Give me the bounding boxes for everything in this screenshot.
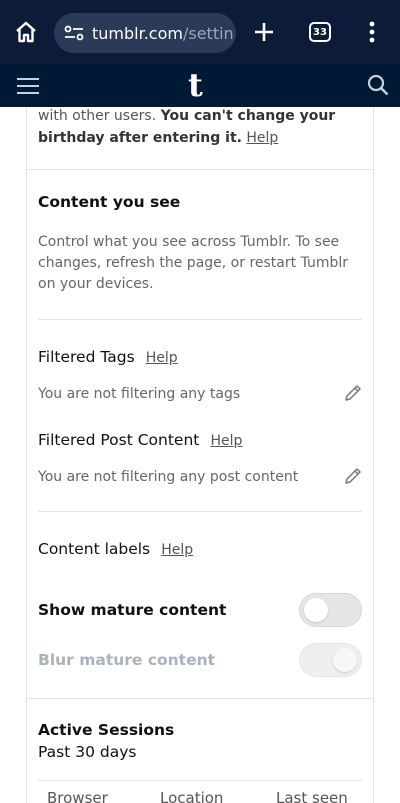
- tab-switcher-button[interactable]: 33: [309, 22, 331, 42]
- divider: [26, 698, 374, 699]
- tumblr-logo[interactable]: t: [188, 69, 203, 101]
- birthday-note-text: with other users.: [38, 108, 161, 124]
- content-labels-row: Content labels Help: [38, 539, 193, 558]
- edit-filtered-post-content-icon[interactable]: [343, 466, 363, 486]
- filtered-tags-help-link[interactable]: Help: [146, 350, 178, 366]
- content-labels-help-link[interactable]: Help: [161, 542, 193, 558]
- filtered-tags-status: You are not filtering any tags: [38, 386, 241, 402]
- more-options-icon[interactable]: [366, 20, 378, 44]
- search-icon[interactable]: [367, 74, 389, 96]
- home-icon[interactable]: [14, 20, 38, 44]
- content-you-see-description: Control what you see across Tumblr. To s…: [38, 234, 349, 292]
- filtered-post-content-label: Filtered Post Content: [38, 431, 200, 449]
- show-mature-content-label: Show mature content: [38, 601, 227, 619]
- column-header-browser: Browser: [47, 789, 108, 803]
- column-header-last-seen: Last seen: [276, 789, 348, 803]
- address-bar[interactable]: tumblr.com/settin: [54, 13, 236, 53]
- filtered-post-content-help-link[interactable]: Help: [210, 433, 242, 449]
- settings-content: with other users. You can't change your …: [0, 107, 400, 803]
- url-path: /settin: [182, 23, 234, 43]
- birthday-help-link[interactable]: Help: [246, 130, 278, 146]
- divider: [38, 780, 362, 781]
- birthday-note: with other users. You can't change your …: [38, 107, 338, 149]
- tab-count: 33: [313, 26, 327, 38]
- active-sessions-subheading: Past 30 days: [38, 743, 137, 761]
- active-sessions-heading: Active Sessions: [38, 721, 175, 739]
- content-you-see-heading: Content you see: [38, 193, 181, 211]
- divider: [38, 319, 362, 320]
- browser-toolbar: tumblr.com/settin 33: [0, 0, 400, 64]
- new-tab-icon[interactable]: [252, 20, 276, 44]
- content-labels-label: Content labels: [38, 540, 151, 558]
- toggle-knob: [304, 598, 328, 622]
- show-mature-content-toggle[interactable]: [299, 593, 362, 627]
- edit-filtered-tags-icon[interactable]: [343, 383, 363, 403]
- site-settings-icon[interactable]: [64, 25, 84, 41]
- blur-mature-content-toggle[interactable]: [299, 643, 362, 677]
- url-host: tumblr.com: [92, 23, 183, 43]
- divider: [26, 169, 374, 170]
- filtered-tags-row: Filtered Tags Help: [38, 347, 178, 366]
- filtered-post-content-row: Filtered Post Content Help: [38, 430, 242, 449]
- toggle-knob: [333, 648, 357, 672]
- filtered-tags-label: Filtered Tags: [38, 348, 135, 366]
- blur-mature-content-label: Blur mature content: [38, 651, 216, 669]
- column-header-location: Location: [160, 789, 224, 803]
- filtered-post-content-status: You are not filtering any post content: [38, 469, 299, 485]
- hamburger-menu-icon[interactable]: [16, 76, 40, 96]
- divider: [38, 511, 362, 512]
- tumblr-navbar: t: [0, 64, 400, 107]
